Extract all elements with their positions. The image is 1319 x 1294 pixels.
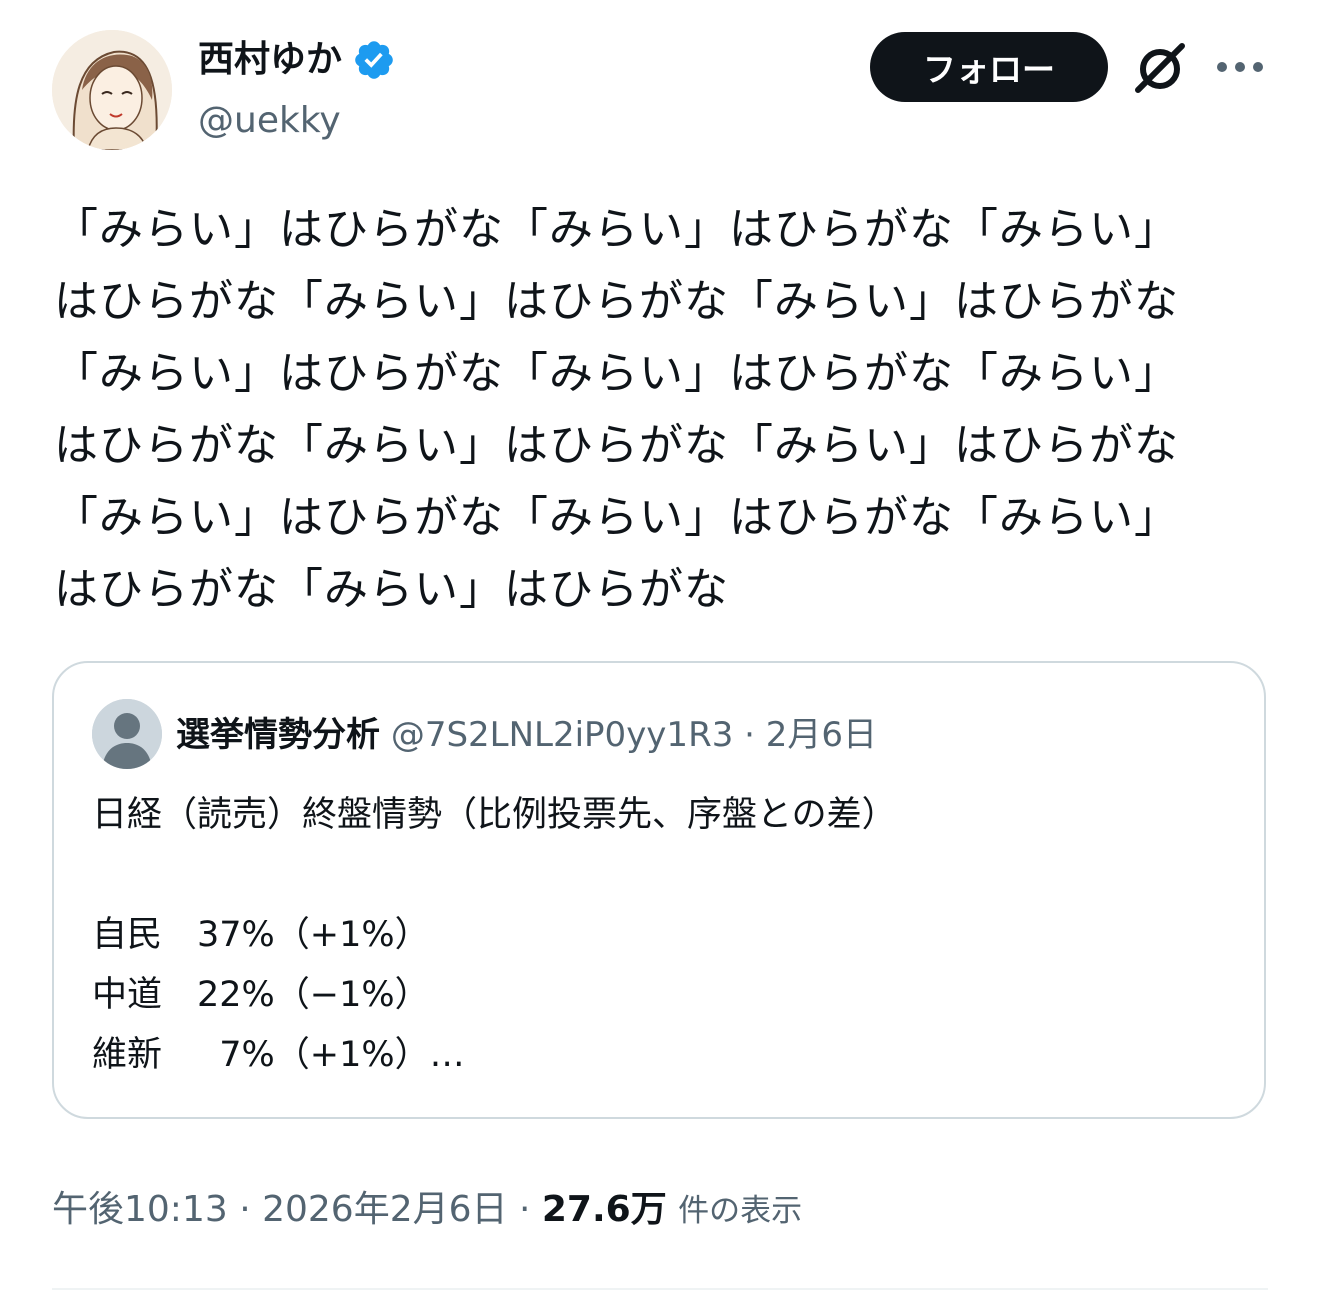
grok-slash-icon[interactable]	[1130, 40, 1190, 96]
quoted-author-name[interactable]: 選挙情勢分析	[176, 715, 380, 755]
views-count: 27.6万	[541, 1189, 667, 1230]
quoted-tweet-header: 選挙情勢分析 @7S2LNL2iP0yy1R3 · 2月6日	[176, 709, 877, 761]
author-display-name[interactable]: 西村ゆか	[198, 34, 342, 86]
views-label: 件の表示	[678, 1193, 803, 1229]
follow-button[interactable]: フォロー	[870, 32, 1108, 102]
default-user-avatar-icon[interactable]	[92, 699, 162, 769]
author-display-name-row[interactable]: 西村ゆか	[198, 34, 396, 86]
quoted-author-handle[interactable]: @7S2LNL2iP0yy1R3	[391, 715, 734, 755]
divider	[52, 1288, 1268, 1290]
tweet-date[interactable]: 2026年2月6日	[262, 1189, 507, 1230]
more-dots-icon[interactable]	[1214, 52, 1266, 82]
author-handle[interactable]: @uekky	[198, 96, 341, 146]
tweet-text: 「みらい」はひらがな「みらい」はひらがな「みらい」 はひらがな「みらい」はひらが…	[54, 204, 1179, 615]
illustrated-portrait-icon	[52, 30, 172, 150]
quoted-meta-separator: ·	[733, 715, 766, 755]
verified-badge-icon[interactable]	[352, 38, 396, 82]
tweet-time[interactable]: 午後10:13	[52, 1189, 228, 1230]
footer-separator: ·	[507, 1189, 542, 1230]
author-avatar[interactable]	[52, 30, 172, 150]
quoted-tweet-text: 日経（読売）終盤情勢（比例投票先、序盤との差） 自民 37%（+1%） 中道 2…	[92, 795, 897, 1075]
quoted-tweet-card[interactable]: 選挙情勢分析 @7S2LNL2iP0yy1R3 · 2月6日 日経（読売）終盤情…	[52, 661, 1266, 1119]
quoted-tweet-date[interactable]: 2月6日	[766, 715, 877, 755]
tweet-footer: 午後10:13 · 2026年2月6日 · 27.6万 件の表示	[52, 1184, 802, 1237]
footer-separator: ·	[227, 1189, 263, 1230]
